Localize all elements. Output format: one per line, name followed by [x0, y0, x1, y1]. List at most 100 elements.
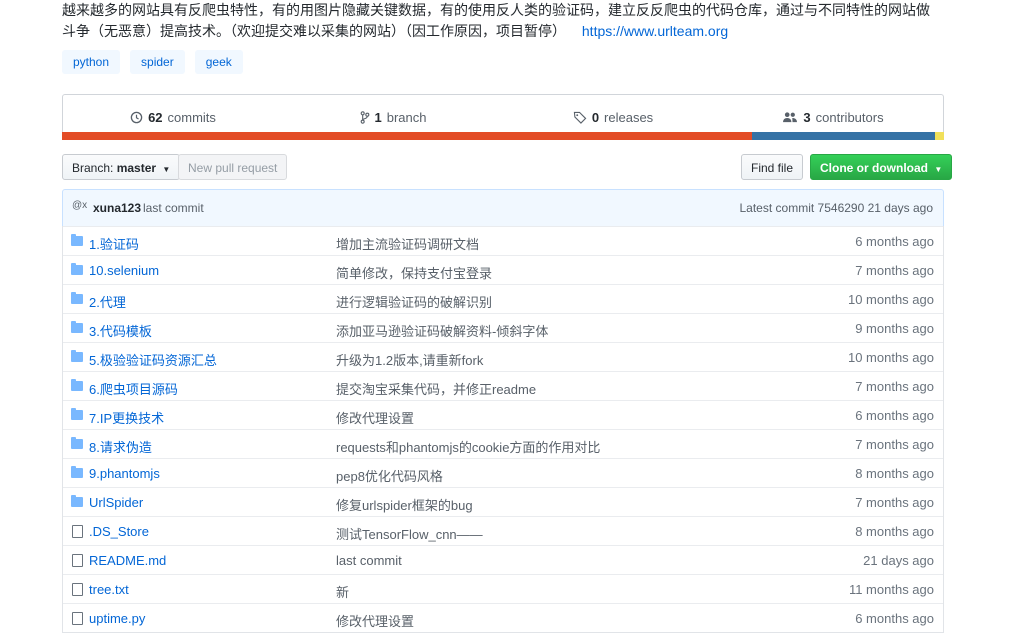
- clone-download-button[interactable]: Clone or download ▼: [810, 154, 953, 180]
- file-row: 7.IP更换技术 修改代理设置 6 months ago: [63, 400, 943, 429]
- language-bar[interactable]: [62, 132, 944, 140]
- commits-label: commits: [167, 109, 216, 125]
- file-row: README.md last commit 21 days ago: [63, 545, 943, 574]
- folder-icon: [71, 495, 83, 507]
- language-segment[interactable]: [935, 132, 944, 140]
- file-age: 21 days ago: [863, 553, 934, 568]
- file-commit-message[interactable]: 修改代理设置: [336, 408, 414, 427]
- repo-description: 越来越多的网站具有反爬虫特性，有的用图片隐藏关键数据，有的使用反人类的验证码，建…: [62, 0, 942, 42]
- branches-label: branch: [386, 109, 427, 125]
- commit-message[interactable]: last commit: [143, 201, 204, 215]
- file-name-link[interactable]: 9.phantomjs: [89, 466, 160, 481]
- file-commit-message[interactable]: 修复urlspider框架的bug: [336, 495, 473, 514]
- branch-select-button[interactable]: Branch: master ▼: [62, 154, 181, 180]
- topic-list: python spider geek: [62, 50, 243, 74]
- history-icon: [130, 111, 143, 123]
- file-list: 1.验证码 增加主流验证码调研文档 6 months ago 10.selenium 简…: [62, 226, 944, 633]
- avatar[interactable]: @x: [72, 200, 87, 211]
- folder-icon: [71, 321, 83, 333]
- website-link[interactable]: https://www.urlteam.org: [582, 23, 728, 39]
- folder-icon: [71, 350, 83, 362]
- folder-icon: [71, 379, 83, 391]
- file-commit-message[interactable]: 修改代理设置: [336, 611, 414, 630]
- file-name-link[interactable]: 8.请求伪造: [89, 437, 152, 456]
- file-commit-message[interactable]: 增加主流验证码调研文档: [336, 234, 479, 253]
- topic-geek[interactable]: geek: [194, 50, 243, 74]
- file-row: uptime.py 修改代理设置 6 months ago: [63, 603, 943, 632]
- people-icon: [783, 111, 798, 122]
- contributors-label: contributors: [815, 109, 884, 125]
- new-pull-request-button[interactable]: New pull request: [178, 154, 288, 180]
- contributors-count: 3: [803, 109, 811, 125]
- file-age: 6 months ago: [855, 234, 934, 249]
- file-commit-message[interactable]: requests和phantomjs的cookie方面的作用对比: [336, 437, 600, 456]
- latest-commit-label: Latest commit: [739, 201, 815, 215]
- git-branch-icon: [360, 110, 369, 124]
- file-commit-message[interactable]: 提交淘宝采集代码，并修正readme: [336, 379, 536, 398]
- file-commit-message[interactable]: 简单修改，保持支付宝登录: [336, 263, 492, 282]
- topic-spider[interactable]: spider: [130, 50, 185, 74]
- file-commit-message[interactable]: last commit: [336, 553, 402, 568]
- file-row: tree.txt 新 11 months ago: [63, 574, 943, 603]
- language-segment[interactable]: [62, 132, 752, 140]
- file-age: 8 months ago: [855, 524, 934, 539]
- file-row: 5.极验验证码资源汇总 升级为1.2版本,请重新fork 10 months ago: [63, 342, 943, 371]
- description-text: 越来越多的网站具有反爬虫特性，有的用图片隐藏关键数据，有的使用反人类的验证码，建…: [62, 2, 930, 39]
- file-name-link[interactable]: 7.IP更换技术: [89, 408, 164, 427]
- file-name-link[interactable]: .DS_Store: [89, 524, 149, 539]
- latest-commit-info: Latest commit 7546290 21 days ago: [740, 201, 934, 215]
- releases-count: 0: [591, 109, 600, 125]
- file-icon: [72, 583, 83, 596]
- file-commit-message[interactable]: 进行逻辑验证码的破解识别: [336, 292, 492, 311]
- file-commit-message[interactable]: 升级为1.2版本,请重新fork: [336, 350, 483, 369]
- file-name-link[interactable]: tree.txt: [89, 582, 129, 597]
- file-name-link[interactable]: 2.代理: [89, 292, 126, 311]
- file-icon: [72, 554, 83, 567]
- file-age: 10 months ago: [847, 350, 934, 365]
- folder-icon: [71, 408, 83, 420]
- file-name-link[interactable]: 1.验证码: [89, 234, 139, 253]
- file-icon: [72, 612, 83, 625]
- file-row: .DS_Store 测试TensorFlow_cnn—— 8 months ago: [63, 516, 943, 545]
- file-row: 3.代码模板 添加亚马逊验证码破解资料-倾斜字体 9 months ago: [63, 313, 943, 342]
- file-age: 7 months ago: [855, 263, 934, 278]
- file-age: 7 months ago: [855, 437, 934, 452]
- commit-author[interactable]: xuna123: [93, 201, 141, 215]
- file-commit-message[interactable]: 添加亚马逊验证码破解资料-倾斜字体: [336, 321, 548, 340]
- tag-icon: [573, 111, 587, 124]
- file-age: 6 months ago: [855, 611, 934, 626]
- file-age: 6 months ago: [855, 408, 934, 423]
- file-commit-message[interactable]: pep8优化代码风格: [336, 466, 443, 485]
- file-age: 8 months ago: [855, 466, 934, 481]
- file-row: UrlSpider 修复urlspider框架的bug 7 months ago: [63, 487, 943, 516]
- file-age: 11 months ago: [848, 582, 934, 597]
- file-name-link[interactable]: 10.selenium: [89, 263, 159, 278]
- file-age: 7 months ago: [855, 379, 934, 394]
- file-row: 1.验证码 增加主流验证码调研文档 6 months ago: [63, 226, 943, 255]
- find-file-button[interactable]: Find file: [741, 154, 804, 180]
- file-row: 2.代理 进行逻辑验证码的破解识别 10 months ago: [63, 284, 943, 313]
- commit-sha[interactable]: 7546290: [818, 201, 865, 215]
- file-name-link[interactable]: uptime.py: [89, 611, 145, 626]
- caret-down-icon: ▼: [934, 165, 943, 174]
- folder-icon: [71, 437, 83, 449]
- branches-count: 1: [374, 109, 382, 125]
- file-name-link[interactable]: 5.极验验证码资源汇总: [89, 350, 217, 369]
- folder-icon: [71, 466, 83, 478]
- file-name-link[interactable]: UrlSpider: [89, 495, 143, 510]
- topic-python[interactable]: python: [62, 50, 121, 74]
- file-name-link[interactable]: README.md: [89, 553, 166, 568]
- file-commit-message[interactable]: 测试TensorFlow_cnn——: [336, 524, 483, 543]
- folder-icon: [71, 292, 83, 304]
- file-name-link[interactable]: 6.爬虫项目源码: [89, 379, 178, 398]
- file-commit-message[interactable]: 新: [336, 582, 349, 601]
- file-age: 9 months ago: [855, 321, 934, 336]
- file-name-link[interactable]: 3.代码模板: [89, 321, 152, 340]
- file-row: 9.phantomjs pep8优化代码风格 8 months ago: [63, 458, 943, 487]
- language-segment[interactable]: [751, 132, 936, 140]
- file-icon: [72, 525, 83, 538]
- latest-commit-bar: @x xuna123 last commit Latest commit 754…: [62, 189, 944, 227]
- folder-icon: [71, 234, 83, 246]
- file-age: 7 months ago: [855, 495, 934, 510]
- file-row: 10.selenium 简单修改，保持支付宝登录 7 months ago: [63, 255, 943, 284]
